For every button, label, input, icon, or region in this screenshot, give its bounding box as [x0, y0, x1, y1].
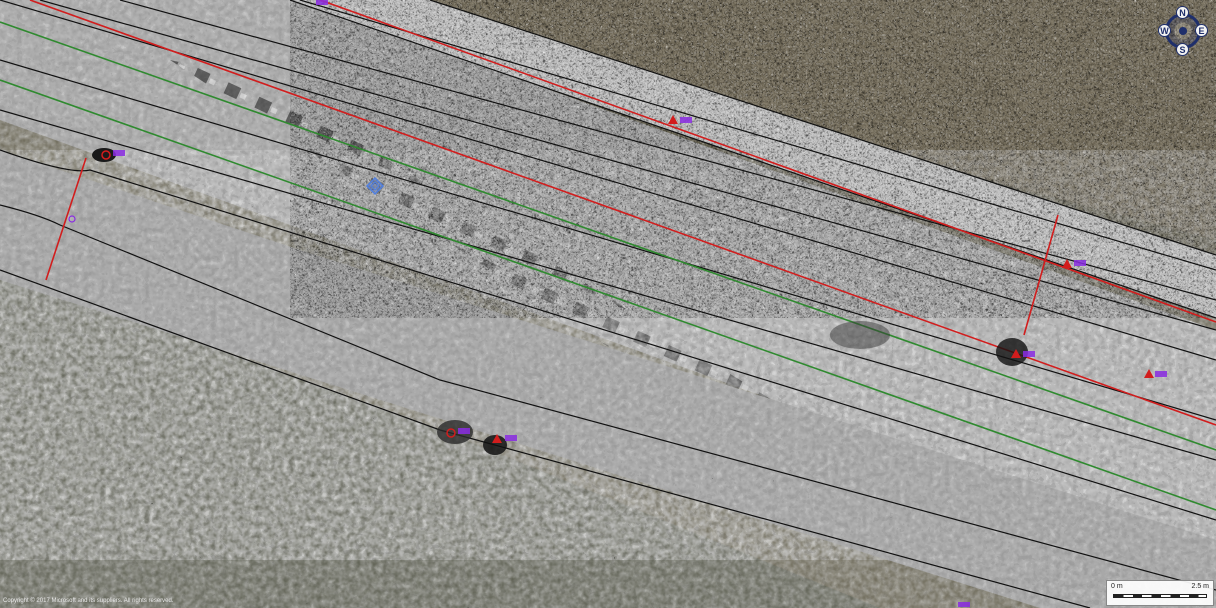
- scale-bar: 0 m 2.5 m: [1106, 580, 1214, 606]
- compass-center: [1179, 27, 1187, 35]
- copyright-notice: Copyright © 2017 Microsoft and its suppl…: [3, 598, 174, 604]
- scale-end-label: 2.5 m: [1191, 583, 1209, 590]
- target-marker-icon[interactable]: [316, 0, 328, 5]
- scale-bar-graphic: [1113, 594, 1207, 598]
- compass-icon[interactable]: N S W E: [1158, 6, 1208, 56]
- compass-west-button[interactable]: W: [1158, 24, 1171, 37]
- compass-east-button[interactable]: E: [1195, 24, 1208, 37]
- compass-north-button[interactable]: N: [1176, 6, 1189, 19]
- scale-start-label: 0 m: [1111, 583, 1123, 590]
- compass-south-button[interactable]: S: [1176, 43, 1189, 56]
- target-marker-icon[interactable]: [958, 602, 970, 607]
- sonar-mosaic-map[interactable]: [0, 0, 1216, 608]
